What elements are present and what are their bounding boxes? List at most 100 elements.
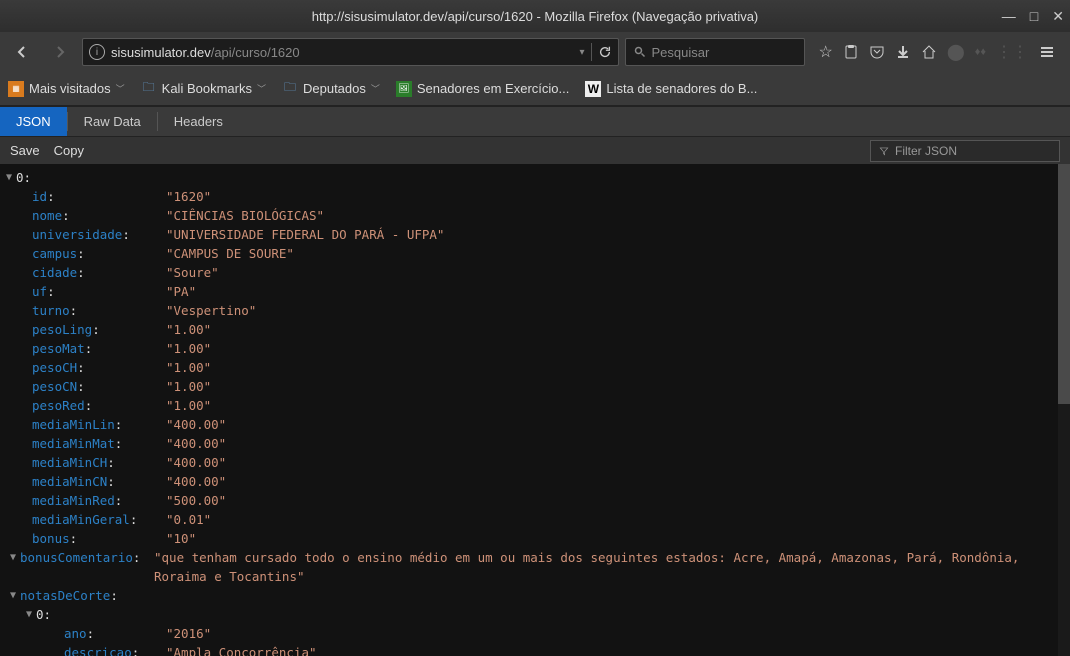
tree-row[interactable]: ano:"2016" <box>0 624 1070 643</box>
image-icon: 🖼 <box>396 81 412 97</box>
json-key: notasDeCorte <box>20 586 110 605</box>
json-key: pesoMat <box>32 341 85 356</box>
json-value: "1.00" <box>166 377 211 396</box>
chevron-down-icon: ﹀ <box>116 82 125 95</box>
bookmark-kali[interactable]: 🗀 Kali Bookmarks ﹀ <box>141 81 266 97</box>
tree-row[interactable]: pesoRed:"1.00" <box>0 396 1070 415</box>
twisty-icon[interactable]: ▼ <box>24 605 34 624</box>
bookmark-label: Lista de senadores do B... <box>606 81 757 96</box>
pocket-icon[interactable] <box>869 44 885 60</box>
json-key: mediaMinLin <box>32 417 115 432</box>
tree-row[interactable]: mediaMinRed:"500.00" <box>0 491 1070 510</box>
tree-row[interactable]: bonus:"10" <box>0 529 1070 548</box>
json-tree[interactable]: ▼0: id:"1620"nome:"CIÊNCIAS BIOLÓGICAS"u… <box>0 164 1070 656</box>
bookmark-label: Mais visitados <box>29 81 111 96</box>
menu-icon[interactable] <box>1038 43 1056 61</box>
twisty-icon[interactable]: ▼ <box>4 168 14 187</box>
bookmark-lista-senadores[interactable]: W Lista de senadores do B... <box>585 81 757 97</box>
json-value: "Vespertino" <box>166 301 256 320</box>
json-value: "400.00" <box>166 415 226 434</box>
forward-button <box>44 38 76 66</box>
json-key: turno <box>32 303 70 318</box>
json-value: "1.00" <box>166 358 211 377</box>
json-value: "UNIVERSIDADE FEDERAL DO PARÁ - UFPA" <box>166 225 444 244</box>
tree-row[interactable]: uf:"PA" <box>0 282 1070 301</box>
bookmark-label: Senadores em Exercício... <box>417 81 569 96</box>
tree-row[interactable]: cidade:"Soure" <box>0 263 1070 282</box>
json-value: "10" <box>166 529 196 548</box>
tab-raw-data[interactable]: Raw Data <box>68 107 157 136</box>
home-icon[interactable] <box>921 44 937 60</box>
json-key: ano <box>64 626 87 641</box>
info-icon[interactable]: i <box>89 44 105 60</box>
chevron-down-icon: ﹀ <box>371 82 380 95</box>
tree-row[interactable]: mediaMinLin:"400.00" <box>0 415 1070 434</box>
dropdown-icon[interactable]: ▾ <box>579 47 584 58</box>
url-bar[interactable]: i sisusimulator.dev/api/curso/1620 ▾ <box>82 38 619 66</box>
tab-json[interactable]: JSON <box>0 107 67 136</box>
json-key: 0 <box>16 168 24 187</box>
addon1-icon[interactable]: ⬤ <box>947 42 965 62</box>
window-close-button[interactable]: ✕ <box>1052 8 1064 25</box>
tree-row[interactable]: pesoMat:"1.00" <box>0 339 1070 358</box>
tree-row[interactable]: ▼0: <box>0 605 1070 624</box>
scrollbar[interactable] <box>1058 164 1070 656</box>
filter-json-input[interactable]: Filter JSON <box>870 140 1060 162</box>
tab-headers[interactable]: Headers <box>158 107 239 136</box>
json-key: mediaMinCN <box>32 474 107 489</box>
window-minimize-button[interactable]: — <box>1002 8 1016 24</box>
addon3-icon[interactable]: ⋮⋮ <box>996 42 1028 62</box>
tree-row[interactable]: descricao:"Ampla Concorrência" <box>0 643 1070 656</box>
save-button[interactable]: Save <box>10 143 40 158</box>
folder-icon: 🗀 <box>282 81 298 97</box>
tree-row[interactable]: mediaMinCN:"400.00" <box>0 472 1070 491</box>
tree-row[interactable]: ▼bonusComentario:"que tenham cursado tod… <box>0 548 1070 586</box>
arrow-left-icon <box>14 44 30 60</box>
clipboard-icon[interactable] <box>843 44 859 60</box>
tree-row[interactable]: pesoLing:"1.00" <box>0 320 1070 339</box>
tree-row[interactable]: universidade:"UNIVERSIDADE FEDERAL DO PA… <box>0 225 1070 244</box>
tree-row[interactable]: ▼notasDeCorte: <box>0 586 1070 605</box>
tree-row[interactable]: mediaMinMat:"400.00" <box>0 434 1070 453</box>
download-icon[interactable] <box>895 44 911 60</box>
folder-icon: 🗀 <box>141 81 157 97</box>
arrow-right-icon <box>52 44 68 60</box>
json-key: mediaMinMat <box>32 436 115 451</box>
addon2-icon[interactable]: ♦♦ <box>975 46 986 58</box>
twisty-icon[interactable]: ▼ <box>8 586 18 605</box>
twisty-icon[interactable]: ▼ <box>8 548 18 567</box>
window-title: http://sisusimulator.dev/api/curso/1620 … <box>312 9 759 24</box>
json-key: 0 <box>36 605 44 624</box>
tree-row[interactable]: ▼0: <box>0 168 1070 187</box>
tree-row[interactable]: pesoCH:"1.00" <box>0 358 1070 377</box>
json-key: mediaMinGeral <box>32 512 130 527</box>
json-value: "Soure" <box>166 263 219 282</box>
json-key: nome <box>32 208 62 223</box>
json-key: pesoRed <box>32 398 85 413</box>
tree-row[interactable]: turno:"Vespertino" <box>0 301 1070 320</box>
back-button[interactable] <box>6 38 38 66</box>
tree-row[interactable]: nome:"CIÊNCIAS BIOLÓGICAS" <box>0 206 1070 225</box>
bookmark-star-icon[interactable]: ☆ <box>819 42 833 62</box>
window-maximize-button[interactable]: □ <box>1030 8 1038 24</box>
bookmark-deputados[interactable]: 🗀 Deputados ﹀ <box>282 81 380 97</box>
json-value: "1620" <box>166 187 211 206</box>
json-value: "CAMPUS DE SOURE" <box>166 244 294 263</box>
json-viewer-toolbar: Save Copy Filter JSON <box>0 136 1070 164</box>
reload-icon[interactable] <box>598 45 612 59</box>
search-bar[interactable]: Pesquisar <box>625 38 805 66</box>
tree-row[interactable]: campus:"CAMPUS DE SOURE" <box>0 244 1070 263</box>
nav-toolbar: i sisusimulator.dev/api/curso/1620 ▾ Pes… <box>0 32 1070 72</box>
tree-row[interactable]: id:"1620" <box>0 187 1070 206</box>
scrollbar-thumb[interactable] <box>1058 164 1070 404</box>
chevron-down-icon: ﹀ <box>257 82 266 95</box>
tree-row[interactable]: mediaMinCH:"400.00" <box>0 453 1070 472</box>
tree-row[interactable]: pesoCN:"1.00" <box>0 377 1070 396</box>
json-value: "PA" <box>166 282 196 301</box>
json-key: bonus <box>32 531 70 546</box>
tree-row[interactable]: mediaMinGeral:"0.01" <box>0 510 1070 529</box>
bookmark-senadores-exercicio[interactable]: 🖼 Senadores em Exercício... <box>396 81 569 97</box>
bookmark-most-visited[interactable]: ▦ Mais visitados ﹀ <box>8 81 125 97</box>
copy-button[interactable]: Copy <box>54 143 84 158</box>
json-value: "400.00" <box>166 434 226 453</box>
